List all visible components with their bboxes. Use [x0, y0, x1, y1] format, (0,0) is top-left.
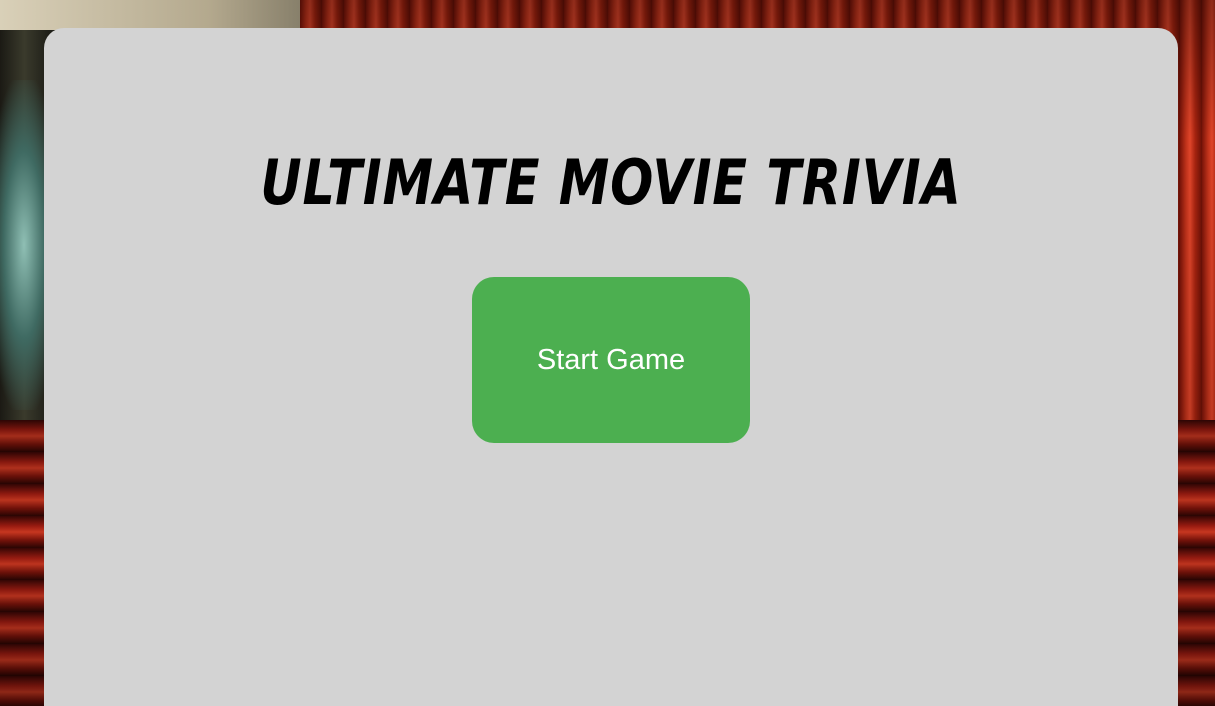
- game-panel: Ultimate Movie Trivia Start Game: [44, 28, 1178, 706]
- game-title: Ultimate Movie Trivia: [260, 146, 962, 219]
- start-game-button[interactable]: Start Game: [472, 277, 750, 443]
